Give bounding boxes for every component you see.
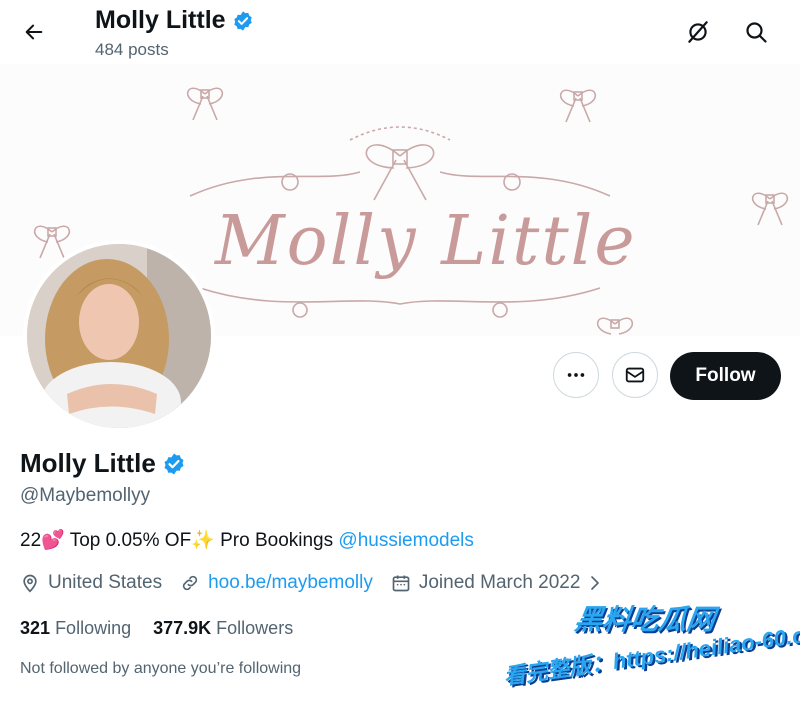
joined-item[interactable]: Joined March 2022 (391, 572, 603, 594)
profile-name: Molly Little (20, 448, 186, 479)
following-label: Following (55, 618, 132, 638)
following-link[interactable]: 321 Following (20, 618, 131, 639)
website-link[interactable]: hoo.be/maybemolly (208, 572, 373, 594)
following-count: 321 (20, 618, 51, 638)
followers-count: 377.9K (153, 618, 212, 638)
avatar-image (27, 244, 211, 428)
envelope-icon (625, 367, 645, 383)
avatar[interactable] (23, 240, 215, 432)
top-bar: Molly Little 484 posts (0, 0, 800, 64)
back-button[interactable] (18, 18, 50, 46)
website-item: hoo.be/maybemolly (180, 572, 373, 594)
slashed-circle-icon (688, 21, 708, 43)
verified-badge-icon (233, 10, 252, 31)
joined-text: Joined March 2022 (418, 572, 581, 593)
profile-handle: @Maybemollyy (20, 485, 151, 506)
follow-button[interactable]: Follow (670, 352, 781, 400)
more-button[interactable] (553, 352, 599, 398)
unsubscribe-button[interactable] (682, 16, 714, 48)
bio-mention-link[interactable]: @hussiemodels (338, 530, 473, 551)
arrow-left-icon (25, 24, 43, 40)
profile-stats: 321 Following 377.9K Followers (20, 618, 293, 639)
header-name: Molly Little (95, 6, 254, 35)
post-count: 484 posts (95, 40, 169, 59)
more-icon (567, 373, 585, 377)
calendar-icon (392, 575, 410, 592)
location-item: United States (20, 572, 162, 594)
verified-badge-icon (164, 453, 184, 474)
profile-bio: 22💕 Top 0.05% OF✨ Pro Bookings @hussiemo… (20, 528, 474, 552)
bio-text: 22💕 Top 0.05% OF✨ Pro Bookings (20, 530, 339, 551)
banner-title: Molly Little (215, 202, 637, 281)
profile-name-text: Molly Little (20, 448, 156, 478)
chevron-right-icon (591, 576, 600, 590)
location-text: United States (48, 572, 163, 593)
header-name-text: Molly Little (95, 6, 226, 34)
followers-link[interactable]: 377.9K Followers (153, 618, 293, 639)
location-pin-icon (23, 574, 37, 593)
followers-label: Followers (216, 618, 294, 638)
message-button[interactable] (612, 352, 658, 398)
search-button[interactable] (740, 16, 772, 48)
search-icon (746, 22, 767, 43)
not-followed-note: Not followed by anyone you’re following (20, 660, 302, 677)
link-icon (182, 575, 198, 591)
profile-meta: United States hoo.be/maybemolly Joined M… (20, 572, 620, 594)
